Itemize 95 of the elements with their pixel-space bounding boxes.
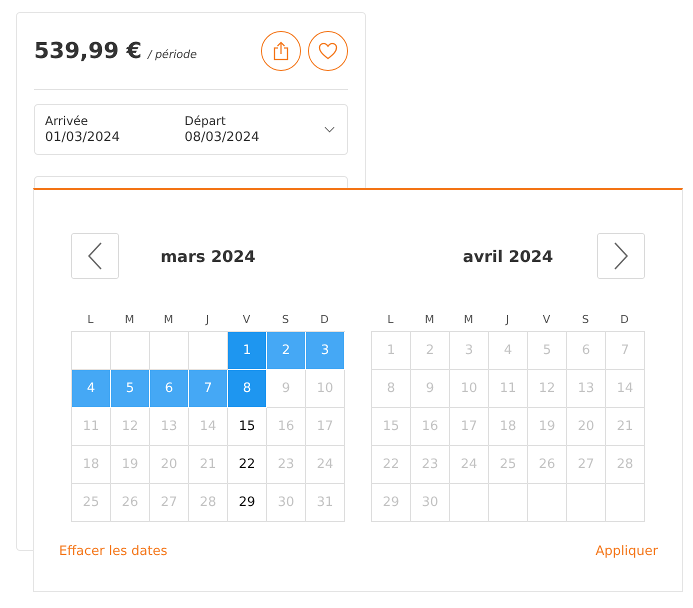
calendar-day: 5 bbox=[528, 332, 567, 370]
calendar-day: 28 bbox=[606, 446, 645, 484]
calendar-day: 30 bbox=[267, 484, 306, 522]
calendar-day: 16 bbox=[411, 408, 450, 446]
calendar-day: 22 bbox=[372, 446, 411, 484]
clear-dates-link[interactable]: Effacer les dates bbox=[59, 544, 168, 559]
calendar-day: 10 bbox=[306, 370, 345, 408]
calendar-day: 27 bbox=[150, 484, 189, 522]
price-period: / période bbox=[148, 48, 197, 60]
calendar-day: 16 bbox=[267, 408, 306, 446]
calendar-day: 3 bbox=[450, 332, 489, 370]
calendar-day: 30 bbox=[411, 484, 450, 522]
calendar-day[interactable]: 22 bbox=[228, 446, 267, 484]
calendar-day: 23 bbox=[411, 446, 450, 484]
weekday-label: D bbox=[319, 313, 330, 326]
calendar-day: 18 bbox=[72, 446, 111, 484]
calendar-day: 18 bbox=[489, 408, 528, 446]
calendar-day: 1 bbox=[372, 332, 411, 370]
calendar-day: 28 bbox=[189, 484, 228, 522]
calendar-day: 11 bbox=[72, 408, 111, 446]
calendar-day: 20 bbox=[150, 446, 189, 484]
calendar-day[interactable]: 4 bbox=[72, 370, 111, 408]
date-label: Départ bbox=[184, 114, 227, 128]
calendar-day: 7 bbox=[606, 332, 645, 370]
calendar-day: 9 bbox=[411, 370, 450, 408]
price: 539,99 € bbox=[34, 38, 142, 64]
calendar-day[interactable]: 15 bbox=[228, 408, 267, 446]
calendar-day: 2 bbox=[411, 332, 450, 370]
calendar-day: 17 bbox=[450, 408, 489, 446]
weekday-label: S bbox=[581, 313, 590, 326]
calendar-day: 29 bbox=[372, 484, 411, 522]
weekday-label: M bbox=[124, 313, 136, 326]
calendar-day[interactable]: 8 bbox=[228, 370, 267, 408]
date-value: 01/03/2024 bbox=[45, 130, 121, 145]
weekday-label: M bbox=[462, 313, 474, 326]
calendar-day: 9 bbox=[267, 370, 306, 408]
next-month-button[interactable] bbox=[597, 233, 645, 279]
calendar-day: 20 bbox=[567, 408, 606, 446]
calendar-day: 24 bbox=[306, 446, 345, 484]
calendar-day: 31 bbox=[306, 484, 345, 522]
calendar-day: 14 bbox=[606, 370, 645, 408]
weekday-label: L bbox=[86, 313, 95, 326]
calendar-day: 11 bbox=[489, 370, 528, 408]
share-icon bbox=[273, 41, 289, 61]
calendar-day[interactable]: 5 bbox=[111, 370, 150, 408]
previous-month-button[interactable] bbox=[71, 233, 119, 279]
calendar-day: 25 bbox=[72, 484, 111, 522]
calendar-day: 4 bbox=[489, 332, 528, 370]
share-button[interactable] bbox=[261, 31, 301, 71]
calendar-day: 6 bbox=[567, 332, 606, 370]
weekday-label: D bbox=[619, 313, 630, 326]
month-title: mars 2024 bbox=[160, 246, 256, 266]
calendar-day: 27 bbox=[567, 446, 606, 484]
calendar-day: 21 bbox=[606, 408, 645, 446]
chevron-left-icon bbox=[88, 242, 102, 270]
calendar-day: 12 bbox=[111, 408, 150, 446]
calendar-day: 13 bbox=[567, 370, 606, 408]
calendar-day: 24 bbox=[450, 446, 489, 484]
calendar-day[interactable]: 2 bbox=[267, 332, 306, 370]
weekday-label: J bbox=[204, 313, 210, 326]
date-label: Arrivée bbox=[45, 114, 90, 128]
calendar-day: 25 bbox=[489, 446, 528, 484]
calendar-day: 26 bbox=[528, 446, 567, 484]
calendar-day: 8 bbox=[372, 370, 411, 408]
calendar-day[interactable]: 7 bbox=[189, 370, 228, 408]
weekday-label: V bbox=[242, 313, 252, 326]
calendar-day: 10 bbox=[450, 370, 489, 408]
month-title: avril 2024 bbox=[462, 246, 554, 266]
weekday-label: M bbox=[162, 313, 174, 326]
calendar-day[interactable]: 3 bbox=[306, 332, 345, 370]
date-range-field[interactable]: Arrivée 01/03/2024 Départ 08/03/2024 bbox=[34, 104, 348, 155]
calendar-day: 17 bbox=[306, 408, 345, 446]
calendar-day: 21 bbox=[189, 446, 228, 484]
weekday-label: S bbox=[281, 313, 290, 326]
calendar-day: 12 bbox=[528, 370, 567, 408]
calendar-day: 26 bbox=[111, 484, 150, 522]
calendar-day[interactable]: 1 bbox=[228, 332, 267, 370]
favorite-button[interactable] bbox=[308, 31, 348, 71]
calendar-day: 19 bbox=[111, 446, 150, 484]
date-value: 08/03/2024 bbox=[184, 130, 260, 145]
calendar-day: 15 bbox=[372, 408, 411, 446]
calendar-day: 19 bbox=[528, 408, 567, 446]
calendar-day: 23 bbox=[267, 446, 306, 484]
apply-link[interactable]: Appliquer bbox=[596, 544, 658, 559]
calendar-day: 14 bbox=[189, 408, 228, 446]
calendar-day[interactable]: 6 bbox=[150, 370, 189, 408]
heart-icon bbox=[318, 42, 338, 60]
weekday-label: J bbox=[504, 313, 510, 326]
calendar-day[interactable]: 29 bbox=[228, 484, 267, 522]
calendar-day: 13 bbox=[150, 408, 189, 446]
chevron-down-icon bbox=[324, 126, 335, 133]
weekday-label: V bbox=[542, 313, 552, 326]
weekday-label: L bbox=[386, 313, 395, 326]
weekday-label: M bbox=[424, 313, 436, 326]
chevron-right-icon bbox=[614, 242, 628, 270]
